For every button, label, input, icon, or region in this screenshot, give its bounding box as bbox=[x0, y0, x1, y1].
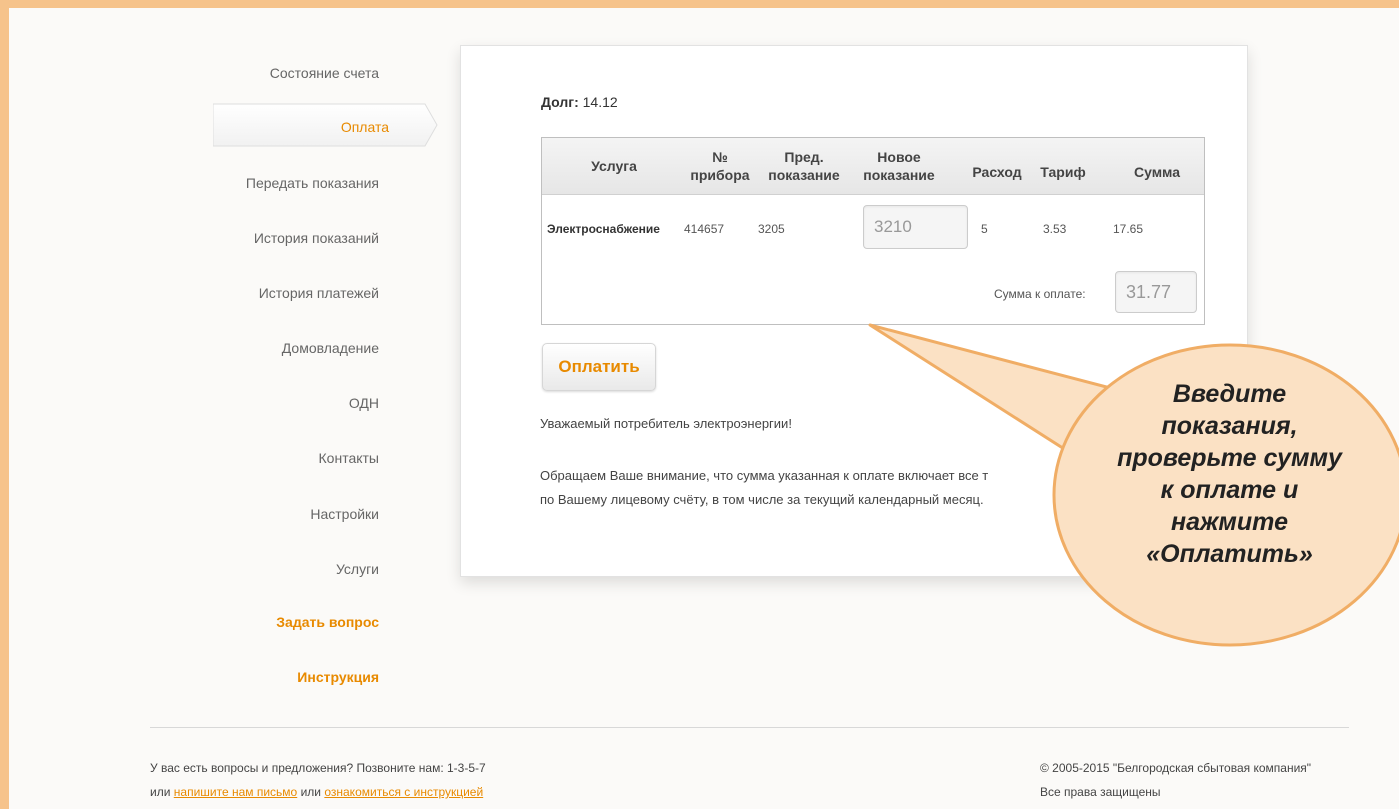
sidebar-item-payments-history[interactable]: История платежей bbox=[259, 285, 379, 301]
callout-text: Введите показания, проверьте сумму к опл… bbox=[1060, 378, 1399, 618]
header-meter-line2: прибора bbox=[690, 167, 750, 183]
debt-label: Долг: bbox=[541, 94, 579, 110]
footer-or-1: или bbox=[150, 785, 171, 799]
header-new-line1: Новое bbox=[877, 149, 921, 165]
header-usage: Расход bbox=[972, 164, 1022, 180]
cell-sum: 17.65 bbox=[1113, 222, 1144, 236]
sidebar-item-account-status[interactable]: Состояние счета bbox=[270, 65, 379, 81]
footer-or-2: или bbox=[300, 785, 321, 799]
active-tab-arrow-shape bbox=[213, 103, 438, 147]
sidebar-item-odn[interactable]: ОДН bbox=[349, 395, 379, 411]
header-previous-line2: показание bbox=[768, 167, 840, 183]
ask-question-link[interactable]: Задать вопрос bbox=[276, 614, 379, 630]
table-header: Услуга № прибора Пред. показание Новое п… bbox=[542, 138, 1204, 195]
sidebar-item-services[interactable]: Услуги bbox=[336, 561, 379, 577]
sidebar-item-label: Оплата bbox=[340, 119, 389, 135]
footer-phone-text: У вас есть вопросы и предложения? Позвон… bbox=[150, 761, 486, 775]
header-previous: Пред. показание bbox=[754, 148, 854, 184]
callout-line: нажмите bbox=[1171, 508, 1288, 536]
sidebar-item-contacts[interactable]: Контакты bbox=[319, 450, 379, 466]
debt-value: 14.12 bbox=[582, 94, 618, 110]
pay-button[interactable]: Оплатить bbox=[542, 343, 656, 391]
header-new-line2: показание bbox=[863, 167, 935, 183]
header-tariff: Тариф bbox=[1040, 164, 1086, 180]
page-frame-left bbox=[0, 0, 9, 809]
header-previous-line1: Пред. bbox=[784, 149, 824, 165]
callout-line: проверьте сумму bbox=[1117, 444, 1342, 472]
footer-copyright: © 2005-2015 "Белгородская сбытовая компа… bbox=[1040, 756, 1311, 804]
new-reading-input[interactable] bbox=[863, 205, 968, 249]
write-letter-link[interactable]: напишите нам письмо bbox=[174, 785, 297, 799]
header-service: Услуга bbox=[591, 158, 637, 174]
instruction-link[interactable]: Инструкция bbox=[297, 669, 379, 685]
page-frame-top bbox=[0, 0, 1399, 8]
footer-divider bbox=[150, 727, 1349, 728]
sidebar-item-payment[interactable]: Оплата bbox=[213, 102, 439, 148]
cell-service: Электроснабжение bbox=[547, 222, 660, 236]
header-meter: № прибора bbox=[684, 148, 756, 184]
total-label: Сумма к оплате: bbox=[994, 287, 1086, 301]
cell-usage: 5 bbox=[981, 222, 988, 236]
rights-text: Все права защищены bbox=[1040, 785, 1161, 799]
callout-line: «Оплатить» bbox=[1146, 540, 1313, 568]
footer-contacts: У вас есть вопросы и предложения? Позвон… bbox=[150, 756, 486, 804]
sidebar-item-household[interactable]: Домовладение bbox=[282, 340, 379, 356]
read-instruction-link[interactable]: ознакомиться с инструкцией bbox=[324, 785, 483, 799]
cell-tariff: 3.53 bbox=[1043, 222, 1067, 236]
callout-line: показания, bbox=[1161, 412, 1298, 440]
total-amount-field bbox=[1115, 271, 1197, 313]
callout-line: к оплате и bbox=[1160, 476, 1299, 504]
message-greeting: Уважаемый потребитель электроэнергии! bbox=[540, 416, 792, 431]
cell-previous: 3205 bbox=[758, 222, 785, 236]
readings-table: Услуга № прибора Пред. показание Новое п… bbox=[541, 137, 1205, 325]
message-line-2: по Вашему лицевому счёту, в том числе за… bbox=[540, 492, 984, 507]
sidebar-item-submit-readings[interactable]: Передать показания bbox=[246, 175, 379, 191]
sidebar-item-readings-history[interactable]: История показаний bbox=[254, 230, 379, 246]
header-sum: Сумма bbox=[1133, 164, 1181, 180]
message-line-1: Обращаем Ваше внимание, что сумма указан… bbox=[540, 468, 989, 483]
cell-meter: 414657 bbox=[684, 222, 725, 236]
callout-line: Введите bbox=[1172, 380, 1287, 408]
sidebar-item-settings[interactable]: Настройки bbox=[310, 506, 379, 522]
header-new: Новое показание bbox=[849, 148, 949, 184]
debt-line: Долг: 14.12 bbox=[541, 94, 618, 110]
header-meter-line1: № bbox=[712, 149, 728, 165]
copyright-text: © 2005-2015 "Белгородская сбытовая компа… bbox=[1040, 761, 1312, 775]
